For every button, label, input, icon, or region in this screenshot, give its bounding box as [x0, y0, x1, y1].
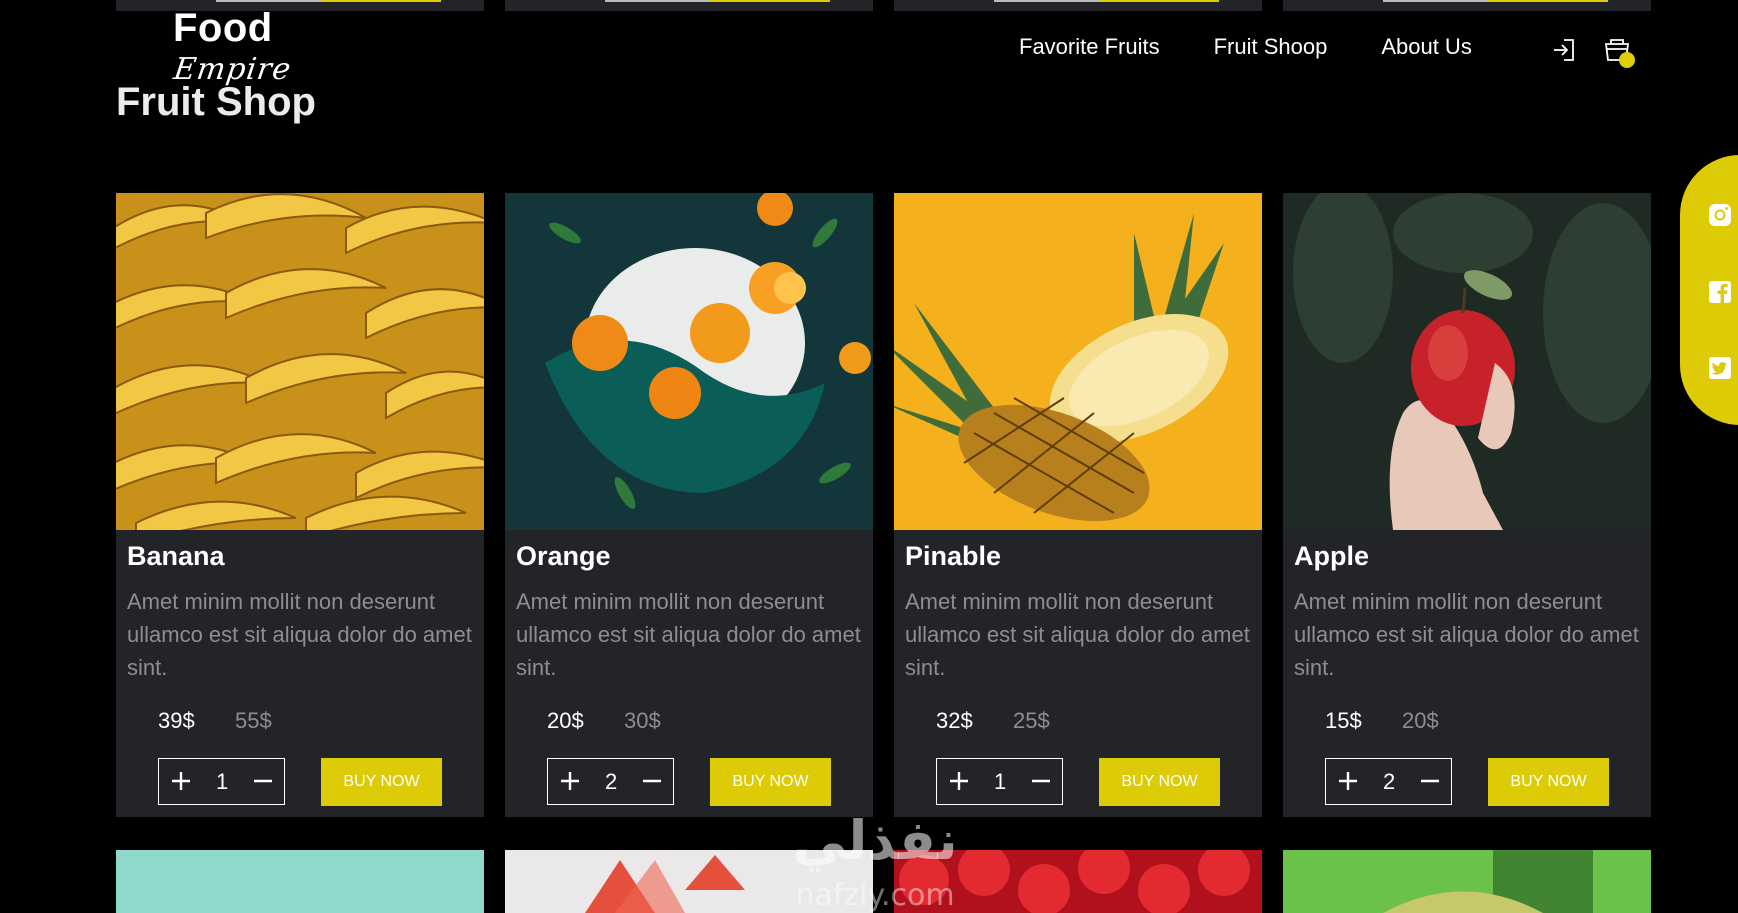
product-description: Amet minim mollit non deserunt ullamco e… — [127, 589, 472, 680]
nav-fruit-shoop[interactable]: Fruit Shoop — [1214, 34, 1328, 60]
product-description: Amet minim mollit non deserunt ullamco e… — [516, 589, 861, 680]
price-current: 20$ — [547, 708, 584, 733]
product-description: Amet minim mollit non deserunt ullamco e… — [1294, 589, 1639, 680]
instagram-icon[interactable] — [1707, 202, 1733, 228]
price-current: 15$ — [1325, 708, 1362, 733]
price-current: 39$ — [158, 708, 195, 733]
watermark-latin: nafzly.com — [795, 878, 954, 913]
buy-now-button[interactable]: BUY NOW — [1488, 758, 1609, 806]
plus-icon[interactable] — [1336, 769, 1360, 793]
minus-icon[interactable] — [251, 769, 275, 793]
buy-now-button[interactable]: BUY NOW — [321, 758, 442, 806]
social-panel — [1680, 155, 1738, 425]
site-logo[interactable]: Food Empire Fruit Shop — [116, 4, 336, 126]
orange-image — [505, 193, 873, 530]
previous-card-strip — [505, 0, 873, 11]
nav-favorite-fruits[interactable]: Favorite Fruits — [1019, 34, 1160, 60]
plus-icon[interactable] — [169, 769, 193, 793]
minus-icon[interactable] — [1418, 769, 1442, 793]
login-icon[interactable] — [1550, 36, 1578, 64]
next-card-image — [116, 850, 484, 913]
quantity-value: 1 — [216, 769, 229, 794]
product-name: Orange — [516, 541, 611, 571]
plus-icon[interactable] — [558, 769, 582, 793]
facebook-icon[interactable] — [1707, 279, 1733, 305]
quantity-value: 2 — [605, 769, 618, 794]
minus-icon[interactable] — [640, 769, 664, 793]
product-card-orange: Orange Amet minim mollit non deserunt ul… — [505, 193, 873, 817]
logo-food-text: Food — [173, 6, 273, 50]
nav-about-us[interactable]: About Us — [1381, 34, 1472, 60]
watermark-arabic: نفذلي — [792, 809, 957, 872]
price-old: 55$ — [235, 708, 272, 733]
previous-card-strip — [894, 0, 1262, 11]
quantity-stepper: 1 — [158, 758, 285, 805]
quantity-stepper: 2 — [547, 758, 674, 805]
previous-card-strip — [1283, 0, 1651, 11]
banana-image — [116, 193, 484, 530]
watermark: نفذلي nafzly.com — [792, 809, 957, 913]
melon-image — [1283, 850, 1651, 913]
minus-icon[interactable] — [1029, 769, 1053, 793]
twitter-icon[interactable] — [1707, 355, 1733, 381]
logo-fruit-shop-text: Fruit Shop — [116, 80, 316, 124]
price-old: 30$ — [624, 708, 661, 733]
price-old: 25$ — [1013, 708, 1050, 733]
cart-badge — [1619, 52, 1635, 68]
product-name: Apple — [1294, 541, 1370, 571]
product-card-banana: Banana Amet minim mollit non deserunt ul… — [116, 193, 484, 817]
product-name: Banana — [127, 541, 225, 571]
product-name: Pinable — [905, 541, 1002, 571]
quantity-stepper: 2 — [1325, 758, 1452, 805]
quantity-value: 2 — [1383, 769, 1396, 794]
pineapple-image — [894, 193, 1262, 530]
plus-icon[interactable] — [947, 769, 971, 793]
main-nav: Favorite Fruits Fruit Shoop About Us — [1019, 34, 1472, 60]
product-description: Amet minim mollit non deserunt ullamco e… — [905, 589, 1250, 680]
product-card-apple: Apple Amet minim mollit non deserunt ull… — [1283, 193, 1651, 817]
apple-image — [1283, 193, 1651, 530]
buy-now-button[interactable]: BUY NOW — [1099, 758, 1220, 806]
quantity-value: 1 — [994, 769, 1007, 794]
price-current: 32$ — [936, 708, 973, 733]
product-card-pinable: Pinable Amet minim mollit non deserunt u… — [894, 193, 1262, 817]
price-old: 20$ — [1402, 708, 1439, 733]
